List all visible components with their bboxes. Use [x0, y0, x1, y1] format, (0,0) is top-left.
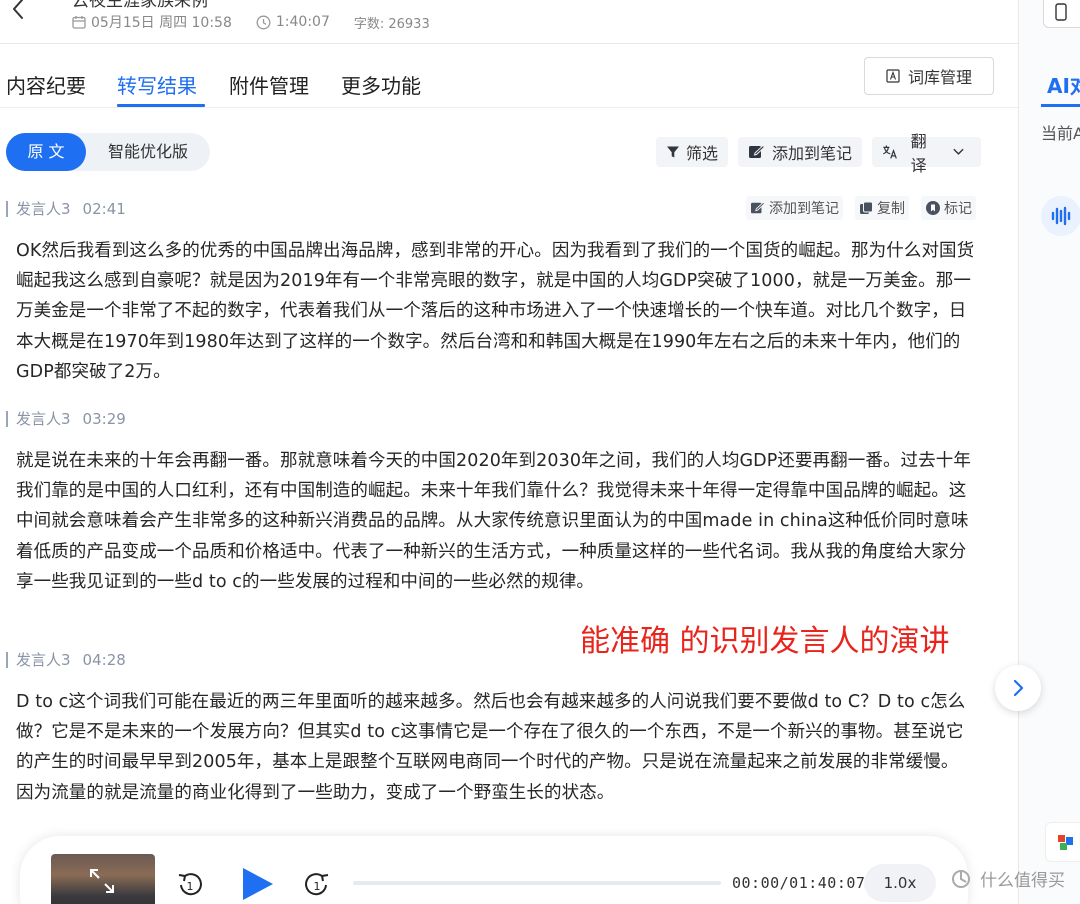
segment-add-note-button[interactable]: 添加到笔记	[746, 196, 843, 220]
tab-transcript[interactable]: 转写结果	[117, 70, 197, 99]
watermark-text: 什么值得买	[980, 871, 1065, 891]
active-tab-indicator	[117, 104, 205, 107]
speaker-name[interactable]: 发言人3	[16, 408, 71, 429]
meeting-duration: 1:40:07	[275, 14, 330, 30]
speaker-name[interactable]: 发言人3	[16, 198, 71, 219]
segment-text[interactable]: D to c这个词我们可能在最近的两三年里面听的越来越多。然后也会有越来越多的人…	[16, 687, 976, 808]
toggle-original[interactable]: 原 文	[6, 133, 86, 171]
segment-time[interactable]: 03:29	[83, 410, 126, 428]
segment-time[interactable]: 02:41	[83, 200, 126, 218]
speaker-label: 发言人3 04:28	[6, 649, 126, 670]
annotation-overlay: 能准确 的识别发言人的演讲	[580, 624, 950, 659]
lexicon-label: 词库管理	[907, 68, 972, 87]
toggle-optimized[interactable]: 智能优化版	[86, 133, 210, 171]
playback-progress-bar[interactable]	[353, 881, 721, 885]
waveform-icon	[1051, 206, 1071, 226]
filter-button[interactable]: 筛选	[656, 137, 729, 167]
phone-icon	[1055, 3, 1067, 21]
segment-actions: 添加到笔记 复制 标记	[734, 196, 976, 220]
segment-text[interactable]: 就是说在未来的十年会再翻一番。那就意味着今天的中国2020年到2030年之间，我…	[16, 446, 976, 597]
speaker-label: 发言人3 02:41	[6, 198, 126, 219]
translate-label: 翻译	[910, 132, 927, 175]
copy-icon	[860, 201, 873, 214]
view-mode-toggle: 原 文 智能优化版	[6, 133, 210, 171]
filter-label: 筛选	[686, 144, 719, 163]
panel-top-button[interactable]	[1043, 0, 1080, 28]
main-tabs: 内容纪要 转写结果 附件管理 更多功能 词库管理	[0, 44, 1018, 108]
segment-time[interactable]: 04:28	[83, 651, 126, 669]
translate-dropdown[interactable]: 翻译	[872, 132, 981, 175]
play-icon[interactable]	[238, 864, 278, 904]
fullscreen-icon	[90, 869, 114, 893]
speaker-name[interactable]: 发言人3	[16, 649, 71, 670]
lexicon-button[interactable]: 词库管理	[864, 57, 994, 95]
note-edit-icon	[749, 144, 766, 158]
tab-summary[interactable]: 内容纪要	[6, 70, 86, 99]
ai-side-panel: AI对 当前A	[1019, 0, 1080, 904]
add-to-notes-label: 添加到笔记	[772, 144, 853, 163]
segment-copy-button[interactable]: 复制	[855, 196, 909, 220]
top-header: 云夜生涯家族来例 05月15日 周四 10:58 1:40:07 字数: 269…	[0, 0, 1018, 44]
rewind-icon[interactable]: 1	[175, 870, 205, 900]
filter-icon	[667, 146, 679, 158]
apps-icon	[1058, 835, 1073, 850]
watermark: 什么值得买	[950, 866, 1065, 891]
playback-time: 00:00/01:40:07	[732, 874, 866, 892]
video-thumbnail[interactable]	[51, 854, 155, 904]
ai-app-button[interactable]	[1045, 822, 1080, 862]
audio-player: 1 1 00:00/01:40:07 1.0x	[20, 836, 968, 904]
expand-panel-button[interactable]	[995, 665, 1041, 711]
doc-title: 云夜生涯家族来例	[72, 0, 208, 11]
segment-mark-button[interactable]: 标记	[921, 196, 976, 220]
calendar-icon	[72, 16, 86, 29]
meeting-date: 05月15日 周四 10:58	[91, 15, 232, 31]
ai-voice-button[interactable]	[1041, 196, 1080, 236]
playback-speed-button[interactable]: 1.0x	[864, 864, 936, 902]
add-to-notes-button[interactable]: 添加到笔记	[738, 137, 863, 167]
meta-row: 05月15日 周四 10:58 1:40:07 字数: 26933	[72, 12, 454, 32]
translate-icon	[883, 145, 897, 159]
chevron-left-icon	[13, 0, 23, 19]
svg-text:1: 1	[187, 880, 194, 893]
chevron-right-icon	[1013, 679, 1024, 697]
forward-icon[interactable]: 1	[302, 870, 332, 900]
word-count: 字数: 26933	[353, 16, 430, 32]
speaker-label: 发言人3 03:29	[6, 408, 126, 429]
note-edit-icon	[751, 201, 766, 214]
clock-icon	[256, 15, 271, 29]
ai-tab-indicator	[1041, 104, 1080, 107]
tab-more[interactable]: 更多功能	[341, 70, 421, 99]
mark-icon	[926, 201, 940, 215]
ai-panel-tab[interactable]: AI对	[1047, 70, 1080, 99]
tab-attachments[interactable]: 附件管理	[229, 70, 309, 99]
back-button[interactable]	[8, 0, 30, 24]
watermark-logo-icon	[952, 869, 970, 888]
transcript-page: 云夜生涯家族来例 05月15日 周四 10:58 1:40:07 字数: 269…	[0, 0, 1080, 904]
ai-panel-subtitle: 当前A	[1041, 124, 1080, 143]
svg-text:1: 1	[314, 880, 321, 893]
segment-text[interactable]: OK然后我看到这么多的优秀的中国品牌出海品牌，感到非常的开心。因为我看到了我们的…	[16, 236, 976, 387]
chevron-down-icon	[953, 148, 964, 155]
dictionary-icon	[886, 69, 900, 83]
